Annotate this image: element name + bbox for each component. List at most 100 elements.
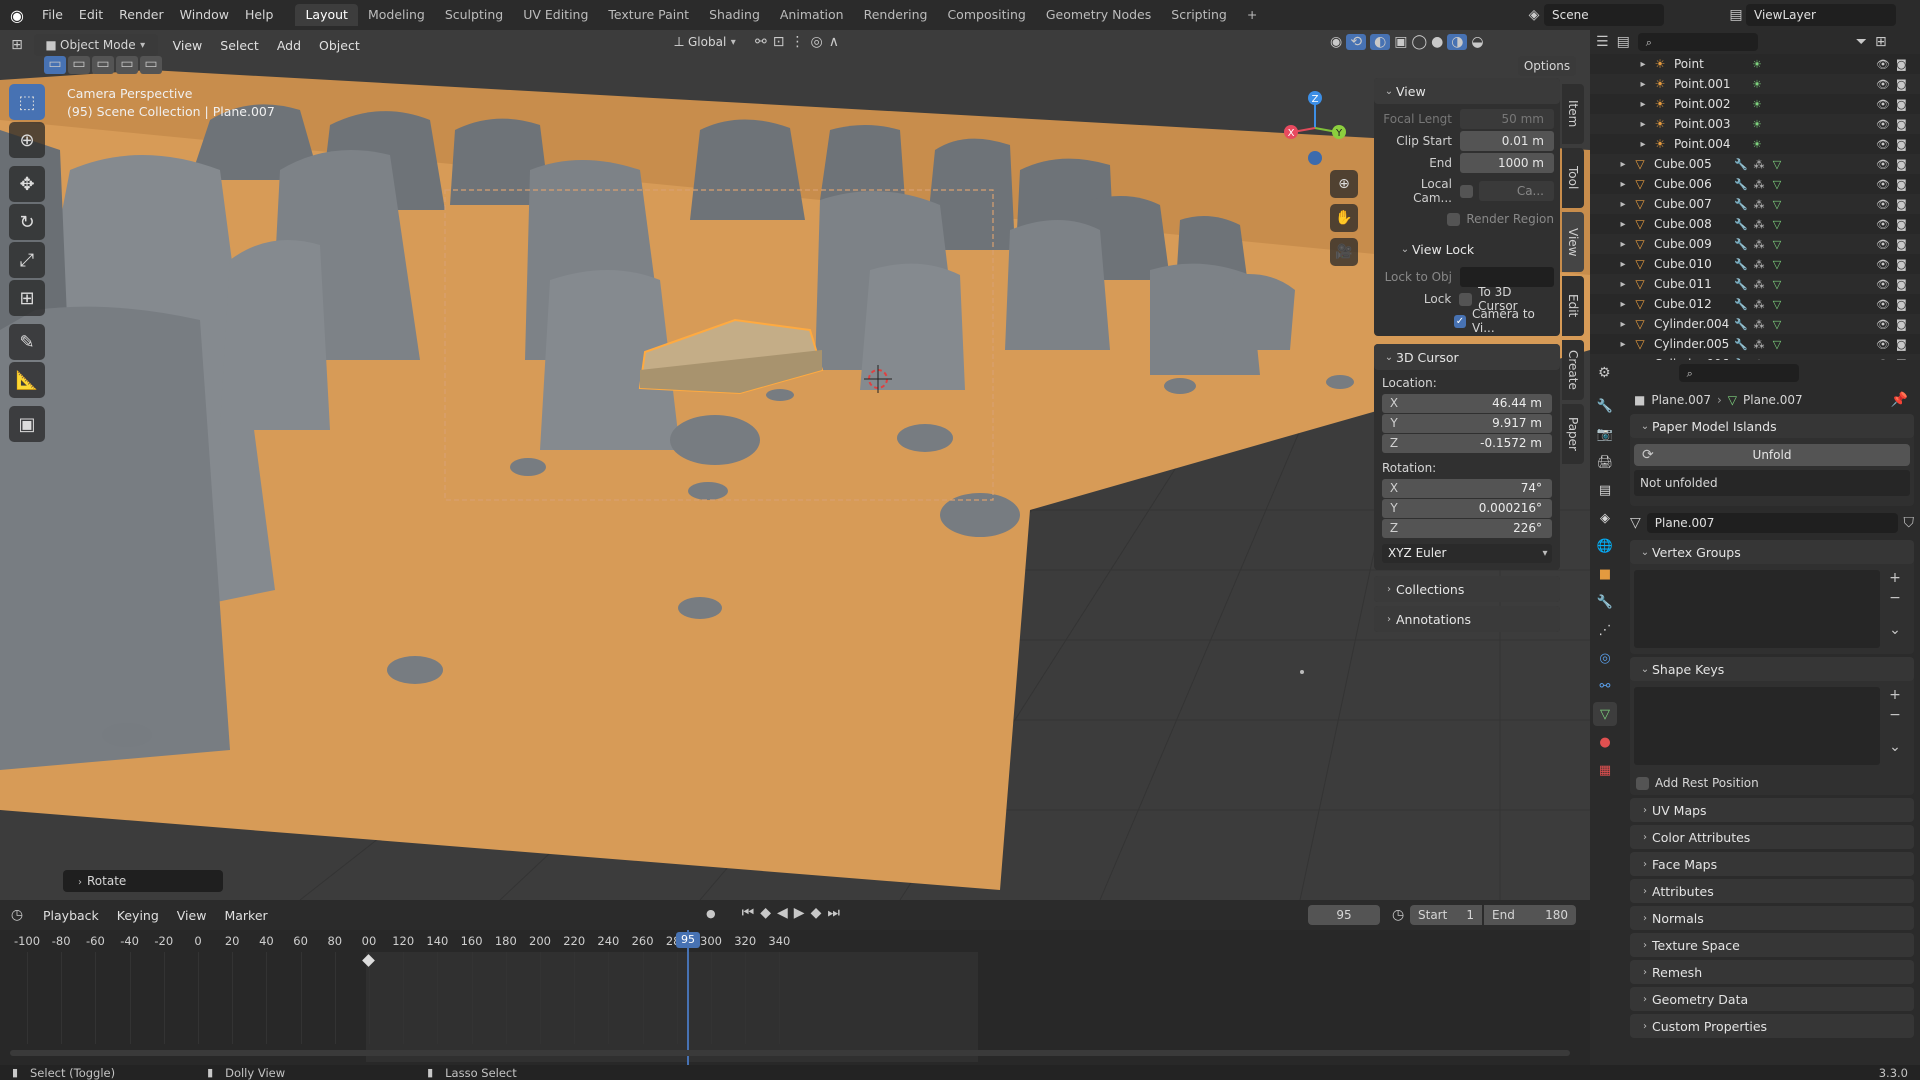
local-camera-field[interactable]: Ca... [1479, 181, 1554, 201]
render-camera-icon[interactable]: ◙ [1896, 298, 1907, 311]
workspace-tab-rendering[interactable]: Rendering [854, 4, 938, 26]
play-icon[interactable]: ▶ [794, 905, 805, 921]
properties-search[interactable]: ⌕ [1678, 364, 1799, 382]
scene-tab-icon[interactable]: ◈ [1593, 506, 1617, 530]
outliner-row[interactable]: ▸ ☀ Point ☀ 👁 ◙ [1590, 54, 1920, 74]
section-normals[interactable]: › Normals [1630, 906, 1914, 930]
snap-icon[interactable]: ⊡ [773, 34, 785, 50]
expand-arrow-icon[interactable]: ▸ [1616, 159, 1630, 170]
clip-start-field[interactable]: 0.01 m [1460, 131, 1554, 151]
outliner-row[interactable]: ▸ ▽ Cube.011 🔧 ⁂ ▽ 👁 ◙ [1590, 274, 1920, 294]
select-intersect-icon[interactable]: ▭ [140, 56, 162, 74]
wireframe-shading-icon[interactable]: ◯ [1411, 34, 1427, 50]
workspace-tab-shading[interactable]: Shading [699, 4, 770, 26]
render-camera-icon[interactable]: ◙ [1896, 278, 1907, 291]
options-button[interactable]: Options [1518, 56, 1576, 76]
gizmo-neg-z[interactable] [1308, 151, 1322, 165]
vertex-groups-header[interactable]: ⌄ Vertex Groups [1630, 540, 1914, 564]
material-tab-icon[interactable]: ● [1593, 730, 1617, 754]
outliner-row[interactable]: ▸ ☀ Point.001 ☀ 👁 ◙ [1590, 74, 1920, 94]
physics-tab-icon[interactable]: ◎ [1593, 646, 1617, 670]
camera-to-view-checkbox[interactable]: ✓ [1454, 314, 1466, 328]
pivot-icon[interactable]: ⚯ [755, 34, 767, 50]
visibility-eye-icon[interactable]: 👁 [1876, 178, 1890, 191]
add-rest-position-checkbox[interactable] [1636, 776, 1649, 790]
render-camera-icon[interactable]: ◙ [1896, 98, 1907, 111]
expand-arrow-icon[interactable]: ▸ [1616, 299, 1630, 310]
section-header[interactable]: › Attributes [1630, 879, 1914, 903]
section-header[interactable]: › UV Maps [1630, 798, 1914, 822]
viewlayer-field[interactable]: ViewLayer [1746, 4, 1896, 26]
end-frame-field[interactable]: End 180 [1484, 905, 1576, 925]
outliner-search[interactable]: ⌕ [1637, 33, 1758, 51]
visibility-eye-icon[interactable]: 👁 [1876, 278, 1890, 291]
outliner-row[interactable]: ▸ ▽ Cylinder.005 🔧 ⁂ ▽ 👁 ◙ [1590, 334, 1920, 354]
visibility-eye-icon[interactable]: 👁 [1876, 118, 1890, 131]
section-color-attributes[interactable]: › Color Attributes [1630, 825, 1914, 849]
render-camera-icon[interactable]: ◙ [1896, 158, 1907, 171]
remove-icon[interactable]: − [1889, 707, 1901, 723]
cursor-location-y[interactable]: Y 9.917 m [1382, 414, 1552, 433]
cursor-section-header[interactable]: ⌄ 3D Cursor [1374, 344, 1560, 370]
workspace-tab-texture-paint[interactable]: Texture Paint [598, 4, 699, 26]
paper-model-header[interactable]: ⌄ Paper Model Islands [1630, 414, 1914, 438]
tool-tab-icon[interactable]: 🔧 [1593, 394, 1617, 418]
particles-tab-icon[interactable]: ⋰ [1593, 618, 1617, 642]
visibility-eye-icon[interactable]: 👁 [1876, 78, 1890, 91]
visibility-eye-icon[interactable]: 👁 [1876, 158, 1890, 171]
visibility-eye-icon[interactable]: 👁 [1876, 298, 1890, 311]
clock-icon[interactable]: ◷ [1392, 907, 1404, 923]
shape-keys-header[interactable]: ⌄ Shape Keys [1630, 657, 1914, 681]
sidebar-tab-edit[interactable]: Edit [1562, 276, 1584, 336]
zoom-icon[interactable]: ⊕ [1330, 170, 1358, 198]
visibility-eye-icon[interactable]: 👁 [1876, 238, 1890, 251]
outliner-row[interactable]: ▸ ▽ Cylinder.004 🔧 ⁂ ▽ 👁 ◙ [1590, 314, 1920, 334]
section-header[interactable]: › Geometry Data [1630, 987, 1914, 1011]
gizmo-toggle-icon[interactable]: ⟲ [1346, 34, 1367, 50]
outliner-row[interactable]: ▸ ▽ Cube.010 🔧 ⁂ ▽ 👁 ◙ [1590, 254, 1920, 274]
shape-keys-list[interactable] [1634, 687, 1880, 765]
record-icon[interactable]: ● [706, 907, 716, 920]
rendered-shading-icon[interactable]: ◒ [1471, 34, 1483, 50]
constraints-tab-icon[interactable]: ⚯ [1593, 674, 1617, 698]
scene-selector[interactable]: ◈ Scene [1524, 4, 1664, 26]
outliner-row[interactable]: ▸ ☀ Point.002 ☀ 👁 ◙ [1590, 94, 1920, 114]
add-icon[interactable]: + [1889, 570, 1901, 586]
expand-arrow-icon[interactable]: ▸ [1636, 139, 1650, 150]
outliner-editor-icon[interactable]: ☰ [1596, 34, 1609, 50]
jump-end-icon[interactable]: ⏭ [827, 905, 840, 921]
render-camera-icon[interactable]: ◙ [1896, 258, 1907, 271]
menu-edit[interactable]: Edit [71, 0, 111, 30]
prev-keyframe-icon[interactable]: ◆ [760, 905, 771, 921]
visibility-icon[interactable]: ◉ [1330, 34, 1342, 50]
fake-user-shield-icon[interactable]: ⛉ [1904, 515, 1915, 531]
timeline[interactable]: -100 -80 -60 -40 -20 0 20 40 60 80 00 120 140 160 180 2… [0, 930, 1590, 1065]
pan-hand-icon[interactable]: ✋ [1330, 204, 1358, 232]
overlay-toggle-icon[interactable]: ◐ [1370, 34, 1391, 50]
xray-icon[interactable]: ▣ [1394, 34, 1407, 50]
falloff-icon[interactable]: ∧ [829, 34, 839, 50]
output-tab-icon[interactable]: 🖨 [1593, 450, 1617, 474]
render-camera-icon[interactable]: ◙ [1896, 118, 1907, 131]
workspace-tab-sculpting[interactable]: Sculpting [435, 4, 513, 26]
section-header[interactable]: › Remesh [1630, 960, 1914, 984]
section-header[interactable]: › Texture Space [1630, 933, 1914, 957]
specials-chevron-icon[interactable]: ⌄ [1889, 739, 1901, 755]
expand-arrow-icon[interactable]: ▸ [1616, 279, 1630, 290]
outliner-row[interactable]: ▸ ▽ Cube.009 🔧 ⁂ ▽ 👁 ◙ [1590, 234, 1920, 254]
current-frame-field[interactable]: 95 [1308, 905, 1380, 925]
collections-section[interactable]: › Collections [1374, 576, 1560, 602]
render-camera-icon[interactable]: ◙ [1896, 338, 1907, 351]
expand-arrow-icon[interactable]: ▸ [1616, 239, 1630, 250]
lock-to-object-field[interactable] [1460, 267, 1554, 287]
menu-render[interactable]: Render [111, 0, 172, 30]
cursor-rotation-x[interactable]: X 74° [1382, 479, 1552, 498]
modifier-tab-icon[interactable]: 🔧 [1593, 590, 1617, 614]
editor-type-icon[interactable]: ⊞ [0, 37, 34, 53]
workspace-tab-compositing[interactable]: Compositing [937, 4, 1035, 26]
section-header[interactable]: › Normals [1630, 906, 1914, 930]
data-tab-icon[interactable]: ▽ [1593, 702, 1617, 726]
cursor-rotation-y[interactable]: Y 0.000216° [1382, 499, 1552, 518]
local-camera-checkbox[interactable] [1460, 184, 1473, 198]
visibility-eye-icon[interactable]: 👁 [1876, 218, 1890, 231]
